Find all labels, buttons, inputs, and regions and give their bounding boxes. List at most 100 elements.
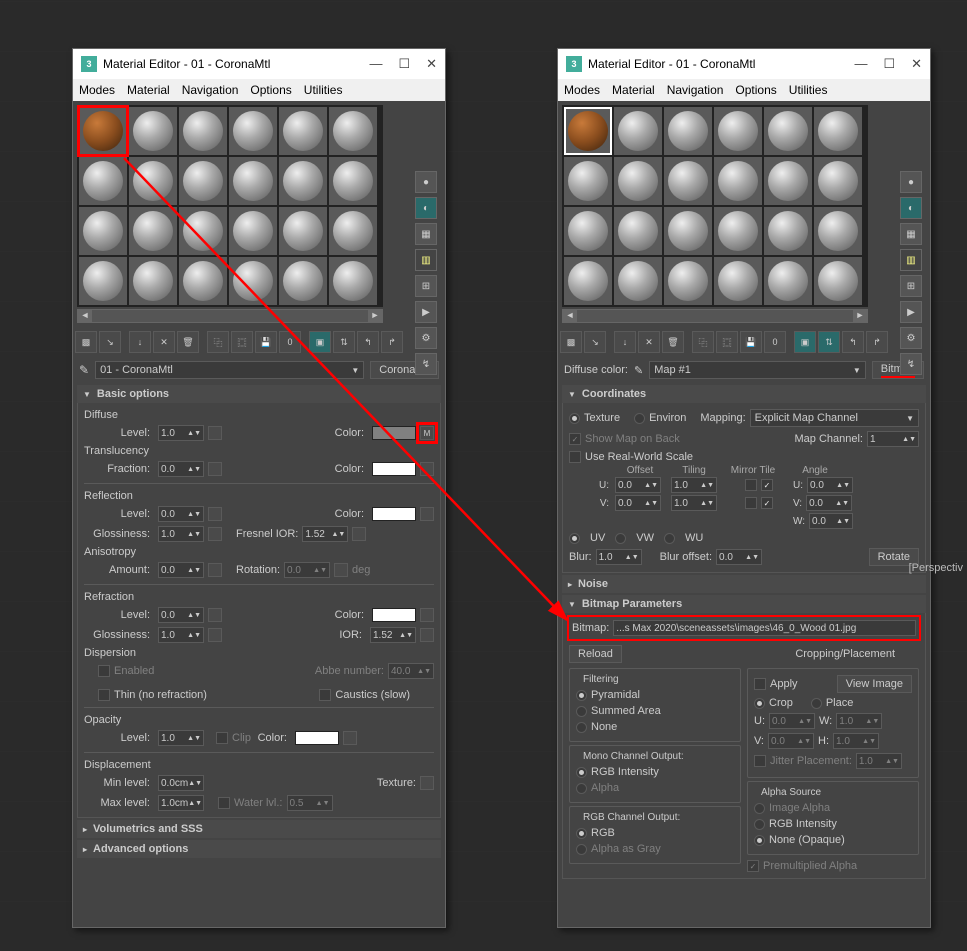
- gloss-spinner[interactable]: 1.0▲▼: [158, 526, 204, 542]
- sample-type-icon[interactable]: ●: [415, 171, 437, 193]
- uv-tiling-icon[interactable]: ▥: [415, 249, 437, 271]
- refr-gloss-map-button[interactable]: [208, 628, 222, 642]
- video-check-icon[interactable]: ⊞: [900, 275, 922, 297]
- apply-check[interactable]: [754, 678, 766, 690]
- reset-icon[interactable]: ✕: [153, 331, 175, 353]
- material-slot[interactable]: [279, 157, 327, 205]
- menu-utilities[interactable]: Utilities: [789, 83, 828, 97]
- material-slot[interactable]: [79, 207, 127, 255]
- go-forward-icon[interactable]: ↱: [866, 331, 888, 353]
- maximize-button[interactable]: ☐: [398, 56, 410, 72]
- select-by-mat-icon[interactable]: ↯: [900, 353, 922, 375]
- reload-button[interactable]: Reload: [569, 645, 622, 663]
- u-mirror-check[interactable]: [745, 479, 757, 491]
- sample-h-scrollbar[interactable]: ◄►: [562, 309, 868, 323]
- sample-type-icon[interactable]: ●: [900, 171, 922, 193]
- material-slot[interactable]: [614, 257, 662, 305]
- material-slot[interactable]: [764, 107, 812, 155]
- crop-h-spinner[interactable]: 1.0▲▼: [833, 733, 879, 749]
- translucency-color-swatch[interactable]: [372, 462, 416, 476]
- aniso-amount-map-button[interactable]: [208, 563, 222, 577]
- diffuse-color-swatch[interactable]: [372, 426, 416, 440]
- go-parent-icon[interactable]: ↰: [357, 331, 379, 353]
- fraction-spinner[interactable]: 0.0▲▼: [158, 461, 204, 477]
- fraction-map-button[interactable]: [208, 462, 222, 476]
- make-copy-icon[interactable]: ⿻: [207, 331, 229, 353]
- material-slot[interactable]: [179, 157, 227, 205]
- rollout-basic-header[interactable]: ▼Basic options: [77, 385, 441, 403]
- options-icon[interactable]: ⚙: [415, 327, 437, 349]
- minlevel-spinner[interactable]: 0.0cm▲▼: [158, 775, 204, 791]
- disp-texture-button[interactable]: [420, 776, 434, 790]
- maxlevel-spinner[interactable]: 1.0cm▲▼: [158, 795, 204, 811]
- get-material-icon[interactable]: ▩: [75, 331, 97, 353]
- mat-id-icon[interactable]: 0: [764, 331, 786, 353]
- material-slot[interactable]: [329, 157, 377, 205]
- v-offset-spinner[interactable]: 0.0▲▼: [615, 495, 661, 511]
- mapping-dropdown[interactable]: Explicit Map Channel▼: [750, 409, 919, 427]
- u-tiling-spinner[interactable]: 1.0▲▼: [671, 477, 717, 493]
- material-slot[interactable]: [714, 207, 762, 255]
- map-name-dropdown[interactable]: Map #1▼: [649, 361, 866, 379]
- crop-v-spinner[interactable]: 0.0▲▼: [768, 733, 814, 749]
- material-slot-0[interactable]: [79, 107, 127, 155]
- blur-offset-spinner[interactable]: 0.0▲▼: [716, 549, 762, 565]
- options-icon[interactable]: ⚙: [900, 327, 922, 349]
- material-slot[interactable]: [564, 157, 612, 205]
- material-slot[interactable]: [714, 107, 762, 155]
- assign-icon[interactable]: ↓: [614, 331, 636, 353]
- premult-check[interactable]: ✓: [747, 860, 759, 872]
- crop-w-spinner[interactable]: 1.0▲▼: [836, 713, 882, 729]
- aniso-rot-map-button[interactable]: [334, 563, 348, 577]
- video-check-icon[interactable]: ⊞: [415, 275, 437, 297]
- material-slot[interactable]: [279, 257, 327, 305]
- material-slot[interactable]: [329, 107, 377, 155]
- none-opaque-radio[interactable]: [754, 835, 765, 846]
- show-end-result-icon[interactable]: ⇅: [818, 331, 840, 353]
- material-slot[interactable]: [714, 157, 762, 205]
- map-channel-spinner[interactable]: 1▲▼: [867, 431, 919, 447]
- fresnel-spinner[interactable]: 1.52▲▼: [302, 526, 348, 542]
- bitmap-path-field[interactable]: ...s Max 2020\sceneassets\images\46_0_Wo…: [613, 620, 916, 636]
- abbe-spinner[interactable]: 40.0▲▼: [388, 663, 434, 679]
- menu-utilities[interactable]: Utilities: [304, 83, 343, 97]
- dispersion-enabled-check[interactable]: [98, 665, 110, 677]
- uv-radio[interactable]: [569, 533, 580, 544]
- menu-material[interactable]: Material: [127, 83, 170, 97]
- go-forward-icon[interactable]: ↱: [381, 331, 403, 353]
- thin-check[interactable]: [98, 689, 110, 701]
- material-slot[interactable]: [229, 107, 277, 155]
- gloss-map-button[interactable]: [208, 527, 222, 541]
- material-slot[interactable]: [764, 257, 812, 305]
- alpha-rgb-radio[interactable]: [754, 819, 765, 830]
- make-preview-icon[interactable]: ▶: [900, 301, 922, 323]
- none-filter-radio[interactable]: [576, 722, 587, 733]
- material-slot[interactable]: [129, 207, 177, 255]
- mono-alpha-radio[interactable]: [576, 783, 587, 794]
- background-icon[interactable]: ▦: [900, 223, 922, 245]
- opac-level-spinner[interactable]: 1.0▲▼: [158, 730, 204, 746]
- make-unique-icon[interactable]: ⿴: [716, 331, 738, 353]
- u-angle-spinner[interactable]: 0.0▲▼: [807, 477, 853, 493]
- go-parent-icon[interactable]: ↰: [842, 331, 864, 353]
- close-button[interactable]: ✕: [426, 56, 437, 72]
- material-slot[interactable]: [814, 207, 862, 255]
- put-to-lib-icon[interactable]: 💾: [255, 331, 277, 353]
- refl-color-swatch[interactable]: [372, 507, 416, 521]
- menu-modes[interactable]: Modes: [79, 83, 115, 97]
- crop-radio[interactable]: [754, 698, 765, 709]
- titlebar[interactable]: 3 Material Editor - 01 - CoronaMtl — ☐ ✕: [558, 49, 930, 79]
- material-slot[interactable]: [229, 157, 277, 205]
- put-to-scene-icon[interactable]: ↘: [99, 331, 121, 353]
- material-slot[interactable]: [79, 157, 127, 205]
- show-map-back-check[interactable]: ✓: [569, 433, 581, 445]
- rollout-volumetrics-header[interactable]: ▸Volumetrics and SSS: [77, 820, 441, 838]
- ior-spinner[interactable]: 1.52▲▼: [370, 627, 416, 643]
- view-image-button[interactable]: View Image: [837, 675, 912, 693]
- refr-gloss-spinner[interactable]: 1.0▲▼: [158, 627, 204, 643]
- diffuse-color-map-button[interactable]: M: [420, 426, 434, 440]
- blur-spinner[interactable]: 1.0▲▼: [596, 549, 642, 565]
- v-tiling-spinner[interactable]: 1.0▲▼: [671, 495, 717, 511]
- real-world-check[interactable]: [569, 451, 581, 463]
- material-slot[interactable]: [229, 207, 277, 255]
